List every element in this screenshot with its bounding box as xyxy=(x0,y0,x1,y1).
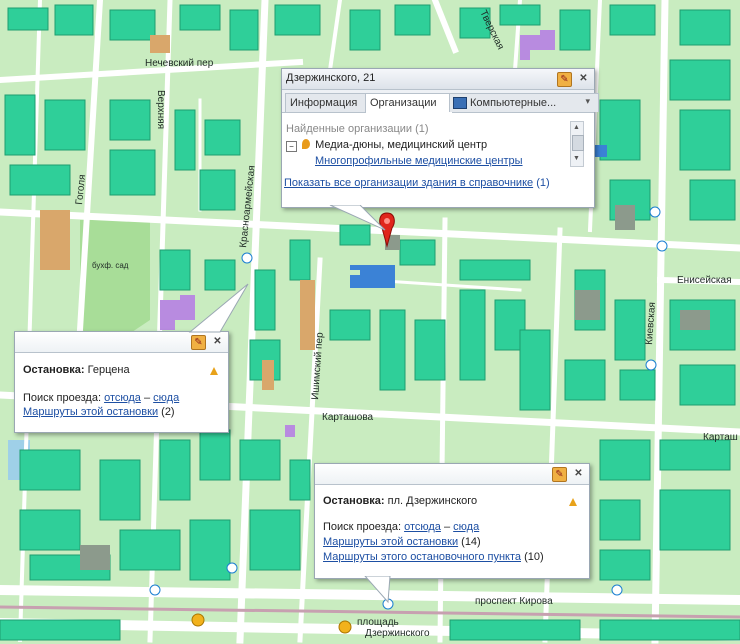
route-from-link[interactable]: отсюда xyxy=(104,392,141,404)
scroll-down-icon[interactable]: ▼ xyxy=(573,155,580,162)
found-orgs-label: Найденные организации (1) xyxy=(286,123,429,135)
org-row[interactable]: − Медиа-дюны, медицинский центр xyxy=(286,139,487,152)
stop-routes-link[interactable]: Маршруты этой остановки xyxy=(323,536,458,548)
pin-icon[interactable]: ✎ xyxy=(552,467,567,482)
route-dash: – xyxy=(443,521,451,533)
show-all-row: Показать все организации здания в справо… xyxy=(284,177,550,189)
show-all-link[interactable]: Показать все организации здания в справо… xyxy=(284,177,533,189)
popup-pointer xyxy=(364,576,391,604)
route-to-link[interactable]: сюда xyxy=(453,521,479,533)
stop-name-row: Остановка: пл. Дзержинского xyxy=(323,495,477,507)
stop-name: Герцена xyxy=(87,364,130,376)
point-routes-link[interactable]: Маршруты этого остановочного пункта xyxy=(323,551,521,563)
stop-label: Остановка: xyxy=(323,495,385,507)
computer-icon xyxy=(453,97,467,109)
popup-header: Дзержинского, 21 ✎ ✕ xyxy=(282,69,594,90)
route-search-row: Поиск проезда: отсюда – сюда xyxy=(323,521,479,533)
stop-routes-count: (14) xyxy=(461,536,481,548)
show-all-count: (1) xyxy=(536,177,550,189)
pin-icon[interactable]: ✎ xyxy=(557,72,572,87)
route-search-row: Поиск проезда: отсюда – сюда xyxy=(23,392,179,404)
stop-routes-row: Маршруты этой остановки (14) xyxy=(323,536,481,548)
street-label-ploshchad: площадь xyxy=(357,617,399,628)
route-search-label: Поиск проезда: xyxy=(23,392,101,404)
org-name: Медиа-дюны, медицинский центр xyxy=(315,139,488,151)
warning-icon[interactable] xyxy=(569,498,577,506)
stop-popup-gertsena: ✎ ✕ Остановка: Герцена Поиск проезда: от… xyxy=(14,331,229,433)
street-label-verkhnyaya: Верхняя xyxy=(155,90,166,129)
point-routes-row: Маршруты этого остановочного пункта (10) xyxy=(323,551,544,563)
stop-name: пл. Дзержинского xyxy=(387,495,478,507)
close-icon[interactable]: ✕ xyxy=(211,335,224,348)
close-icon[interactable]: ✕ xyxy=(577,72,590,85)
pin-icon[interactable]: ✎ xyxy=(191,335,206,350)
tab-computer[interactable]: Компьютерные... xyxy=(449,93,599,112)
org-category-link[interactable]: Многопрофильные медицинские центры xyxy=(315,155,523,167)
route-from-link[interactable]: отсюда xyxy=(404,521,441,533)
stop-routes-link[interactable]: Маршруты этой остановки xyxy=(23,406,158,418)
popup-title: Дзержинского, 21 xyxy=(286,72,376,84)
stop-label: Остановка: xyxy=(23,364,85,376)
warning-icon[interactable] xyxy=(210,367,218,375)
street-label-dzerzhinskogo: Дзержинского xyxy=(365,628,430,639)
collapse-icon[interactable]: − xyxy=(286,141,297,152)
street-label-kirova: проспект Кирова xyxy=(475,596,553,607)
tabs-scroll-icon[interactable]: ▾ xyxy=(585,96,590,107)
scroll-up-icon[interactable]: ▲ xyxy=(573,124,580,131)
popup-header: ✎ ✕ xyxy=(315,464,589,485)
park-label: бухф. сад xyxy=(92,261,129,270)
route-to-link[interactable]: сюда xyxy=(153,392,179,404)
org-category: Многопрофильные медицинские центры xyxy=(315,155,523,167)
stop-routes-count: (2) xyxy=(161,406,175,418)
close-icon[interactable]: ✕ xyxy=(572,467,585,480)
tab-info[interactable]: Информация xyxy=(285,93,369,112)
route-search-label: Поиск проезда: xyxy=(323,521,401,533)
stop-popup-dzerzhinskogo: ✎ ✕ Остановка: пл. Дзержинского Поиск пр… xyxy=(314,463,590,579)
street-label-kartashova: Карташова xyxy=(322,412,374,423)
popup-tabs: Информация Организации Компьютерные... ▾ xyxy=(282,90,599,113)
scroll-thumb[interactable] xyxy=(572,135,584,151)
org-marker-icon xyxy=(302,139,311,149)
point-routes-count: (10) xyxy=(524,551,544,563)
building-info-popup: Дзержинского, 21 ✎ ✕ Информация Организа… xyxy=(281,68,599,208)
street-label-eniseyskaya: Енисейская xyxy=(677,275,732,286)
street-label-nechevsky: Нечевский пер xyxy=(145,58,214,69)
popup-header: ✎ ✕ xyxy=(15,332,228,353)
stop-name-row: Остановка: Герцена xyxy=(23,364,130,376)
stop-routes-row: Маршруты этой остановки (2) xyxy=(23,406,175,418)
tab-organizations[interactable]: Организации xyxy=(365,93,453,113)
street-label-kartashova-right: Карташ xyxy=(703,432,738,443)
popup-pointer xyxy=(329,205,386,231)
park-area xyxy=(80,220,150,340)
tab-computer-label: Компьютерные... xyxy=(470,97,557,109)
route-dash: – xyxy=(143,392,151,404)
popup-pointer xyxy=(188,283,249,333)
scrollbar[interactable]: ▲ ▼ xyxy=(570,121,584,167)
